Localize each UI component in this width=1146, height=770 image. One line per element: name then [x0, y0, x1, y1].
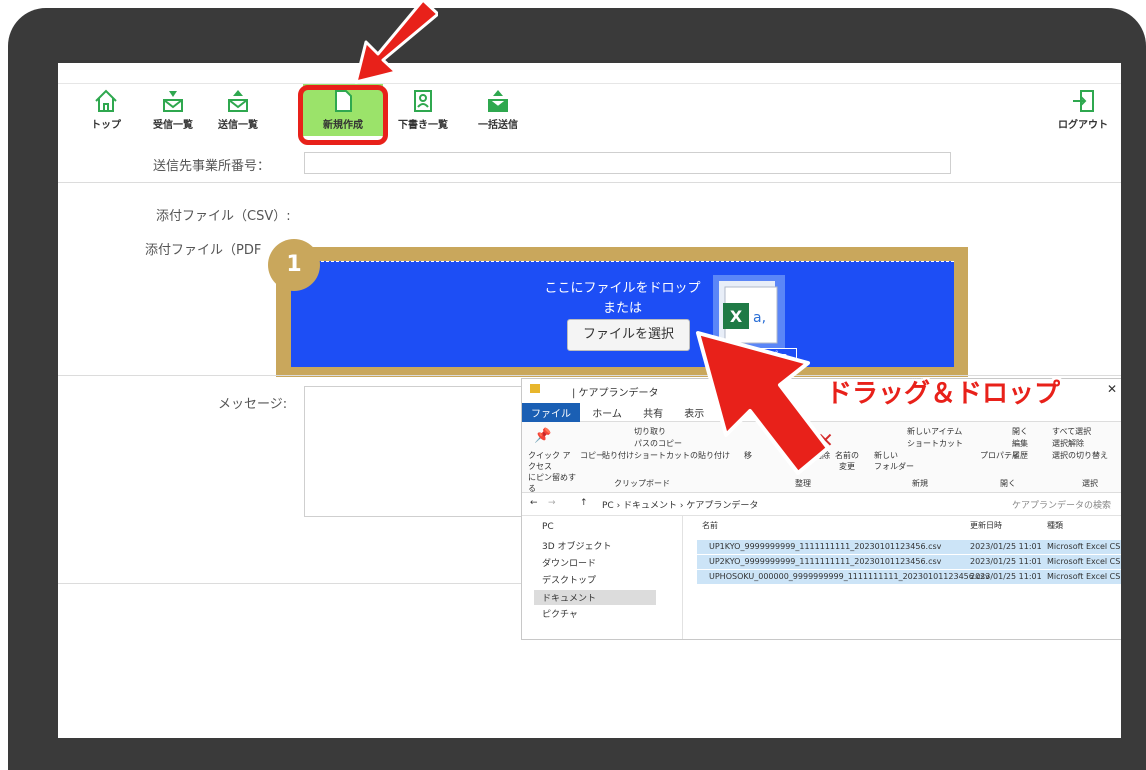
- nav-top-button[interactable]: トップ: [76, 84, 136, 136]
- close-icon[interactable]: ✕: [1107, 382, 1117, 396]
- choose-file-button[interactable]: ファイルを選択: [567, 319, 690, 351]
- address-path: PC › ドキュメント › ケアプランデータ: [602, 501, 759, 511]
- outbox-icon: [228, 90, 248, 112]
- new-item-button[interactable]: 新しいアイテム: [907, 426, 962, 437]
- new-folder-button[interactable]: 新しい フォルダー: [874, 450, 914, 472]
- search-box[interactable]: ケアプランデータの検索: [1012, 498, 1111, 511]
- open-group-label: 開く: [1000, 479, 1016, 488]
- nav-drafts-label: 下書き一覧: [398, 120, 448, 131]
- nav-inbox-button[interactable]: 受信一覧: [143, 84, 203, 136]
- recipient-input[interactable]: [304, 152, 951, 174]
- drag-drop-caption: ドラッグ＆ドロップ: [826, 379, 1061, 409]
- nav-item-pictures[interactable]: ピクチャ: [542, 607, 578, 620]
- forward-icon[interactable]: →: [548, 498, 556, 508]
- inbox-icon: [163, 91, 183, 112]
- logout-button[interactable]: ログアウト: [1048, 84, 1118, 136]
- folder-icon: [530, 384, 540, 393]
- file-row[interactable]: UP2KYO_9999999999_1111111111_20230101123…: [697, 555, 1121, 569]
- clipboard-group-label: クリップボード: [614, 479, 670, 488]
- open-button[interactable]: 開く: [1012, 426, 1028, 437]
- history-button[interactable]: 履歴: [1012, 450, 1028, 461]
- select-group-label: 選択: [1082, 479, 1098, 488]
- nav-item-desktop[interactable]: デスクトップ: [542, 573, 596, 586]
- nav-bulk-button[interactable]: 一括送信: [468, 84, 528, 136]
- file-name: UP2KYO_9999999999_1111111111_20230101123…: [709, 557, 942, 566]
- new-group-label: 新規: [912, 479, 928, 488]
- file-row[interactable]: UP1KYO_9999999999_1111111111_20230101123…: [697, 540, 1121, 554]
- nav-bulk-label: 一括送信: [478, 120, 518, 131]
- file-type: Microsoft Excel CS...: [1047, 542, 1121, 551]
- row-divider: [58, 583, 521, 584]
- file-dropzone[interactable]: ここにファイルをドロップ または ファイルを選択: [291, 261, 954, 367]
- nav-inbox-label: 受信一覧: [153, 120, 193, 131]
- nav-outbox-label: 送信一覧: [218, 120, 258, 131]
- tab-home[interactable]: ホーム: [583, 403, 631, 422]
- drag-pointer-arrow: [696, 331, 830, 475]
- file-name: UP1KYO_9999999999_1111111111_20230101123…: [709, 542, 942, 551]
- logout-icon: [1073, 90, 1094, 112]
- explorer-title: | ケアプランデータ: [572, 388, 659, 399]
- address-bar[interactable]: ← → ↑ PC › ドキュメント › ケアプランデータ ケアプランデータの検索: [522, 493, 1121, 516]
- back-icon[interactable]: ←: [530, 498, 538, 508]
- navigation-pane: PC 3D オブジェクト ダウンロード デスクトップ ドキュメント ピクチャ: [522, 516, 683, 639]
- file-type: Microsoft Excel CS...: [1047, 572, 1121, 581]
- nav-item-documents[interactable]: ドキュメント: [534, 590, 657, 605]
- logout-label: ログアウト: [1058, 120, 1108, 131]
- shortcut-button[interactable]: ショートカット: [907, 438, 963, 449]
- file-list: 名前 更新日時 種類 UP1KYO_9999999999_1111111111_…: [692, 516, 1121, 639]
- pin-icon: 📌: [534, 428, 552, 444]
- copy-path-button[interactable]: パスのコピー: [634, 438, 682, 449]
- select-all-button[interactable]: すべて選択: [1052, 426, 1091, 437]
- column-type[interactable]: 種類: [1047, 520, 1063, 531]
- nav-outbox-button[interactable]: 送信一覧: [208, 84, 268, 136]
- up-icon[interactable]: ↑: [580, 498, 588, 508]
- step-badge: 1: [268, 239, 320, 291]
- home-icon: [95, 89, 117, 112]
- nav-item-downloads[interactable]: ダウンロード: [542, 556, 596, 569]
- nav-item-3d[interactable]: 3D オブジェクト: [542, 539, 612, 552]
- recipient-label: 送信先事業所番号：: [153, 159, 271, 174]
- file-type: Microsoft Excel CS...: [1047, 557, 1121, 566]
- device-frame: トップ 受信一覧 送信一覧 新規作成 下書き一覧 一括送信 ログアウト 送信先事…: [8, 0, 1146, 770]
- file-date: 2023/01/25 11:01: [970, 557, 1042, 566]
- message-label: メッセージ:: [218, 397, 288, 412]
- attach-pdf-label: 添付ファイル（PDF: [145, 243, 262, 258]
- select-none-button[interactable]: 選択解除: [1052, 438, 1084, 449]
- invert-select-button[interactable]: 選択の切り替え: [1052, 450, 1108, 461]
- attach-csv-label: 添付ファイル（CSV）:: [156, 209, 291, 224]
- paste-button[interactable]: 貼り付け: [602, 450, 634, 461]
- row-divider: [58, 182, 1121, 183]
- dropzone-text: ここにファイルをドロップ: [544, 281, 701, 296]
- copy-button[interactable]: コピー: [580, 450, 604, 461]
- file-date: 2023/01/25 11:01: [970, 542, 1042, 551]
- file-date: 2023/01/25 11:01: [970, 572, 1042, 581]
- nav-top-label: トップ: [91, 120, 121, 131]
- message-textarea[interactable]: [304, 386, 534, 517]
- top-pointer-arrow: [354, 0, 438, 84]
- dropzone-or-text: または: [602, 301, 642, 316]
- cut-button[interactable]: 切り取り: [634, 426, 666, 437]
- nav-item-pc[interactable]: PC: [542, 522, 554, 532]
- app-screen: トップ 受信一覧 送信一覧 新規作成 下書き一覧 一括送信 ログアウト 送信先事…: [58, 63, 1121, 738]
- column-name[interactable]: 名前: [702, 520, 718, 531]
- edit-button[interactable]: 編集: [1012, 438, 1028, 449]
- column-date[interactable]: 更新日時: [970, 520, 1002, 531]
- main-toolbar: トップ 受信一覧 送信一覧 新規作成 下書き一覧 一括送信 ログアウト: [58, 83, 1121, 136]
- bulk-send-icon: [488, 90, 508, 112]
- file-row[interactable]: UPHOSOKU_000000_9999999999_1111111111_20…: [697, 570, 1121, 584]
- tab-share[interactable]: 共有: [634, 403, 672, 422]
- quick-access-button[interactable]: クイック アクセス にピン留めする: [528, 450, 578, 494]
- file-name: UPHOSOKU_000000_9999999999_1111111111_20…: [709, 572, 990, 581]
- rename-button[interactable]: 名前の 変更: [835, 450, 859, 472]
- tab-file[interactable]: ファイル: [522, 403, 580, 422]
